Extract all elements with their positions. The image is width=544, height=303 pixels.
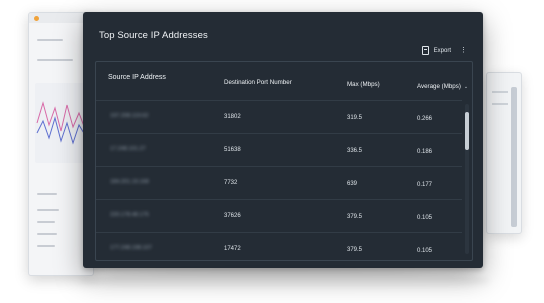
sort-chevron-icon[interactable]: ⌄	[464, 84, 468, 90]
cell-average: 0.105	[417, 248, 433, 254]
cell-port: 17472	[224, 246, 241, 252]
table-row[interactable]: 197.208.119.62 31802 319.5 0.266	[96, 100, 462, 134]
bg-line	[37, 209, 59, 211]
table-row[interactable]: 184.201.19.168 7732 639 0.177	[96, 166, 462, 200]
cell-source-ip: 184.201.19.168	[110, 179, 149, 185]
background-chart-svg	[36, 101, 86, 145]
bg-scroll-strip	[511, 87, 517, 227]
bg-line	[492, 91, 508, 93]
table-row[interactable]: 220.178.48.175 37626 379.5 0.105	[96, 199, 462, 233]
bg-line	[37, 233, 57, 235]
cell-source-ip: 177.248.198.107	[110, 245, 152, 251]
export-button[interactable]: Export ⋮	[421, 46, 467, 55]
cell-max: 639	[347, 181, 358, 187]
background-line-chart	[35, 83, 87, 163]
export-label: Export	[433, 47, 451, 54]
cell-port: 7732	[224, 180, 238, 186]
bg-line	[37, 245, 55, 247]
cell-max: 319.5	[347, 115, 363, 121]
cell-average: 0.177	[417, 182, 433, 188]
table-header: Source IP Address Destination Port Numbe…	[96, 62, 472, 100]
bg-series-pink	[36, 101, 86, 132]
cell-port: 37626	[224, 213, 241, 219]
bg-line	[37, 39, 63, 41]
table-row[interactable]: 177.248.198.107 17472 379.5 0.105	[96, 232, 462, 260]
top-source-ip-panel: Top Source IP Addresses Export ⋮ Source …	[83, 12, 483, 268]
background-window-right	[486, 72, 522, 234]
bg-line	[492, 103, 508, 105]
ip-table: Source IP Address Destination Port Numbe…	[95, 61, 473, 261]
column-header-max[interactable]: Max (Mbps)	[347, 81, 380, 88]
cell-source-ip: 197.208.119.62	[110, 113, 149, 119]
bg-line	[37, 59, 73, 61]
column-header-destination-port[interactable]: Destination Port Number	[224, 79, 292, 86]
column-header-average-label: Average (Mbps)	[417, 83, 461, 90]
panel-title: Top Source IP Addresses	[99, 30, 208, 41]
cell-average: 0.105	[417, 215, 433, 221]
bg-line	[37, 193, 57, 195]
cell-max: 379.5	[347, 247, 363, 253]
cell-max: 379.5	[347, 214, 363, 220]
cell-source-ip: 17.248.101.27	[110, 146, 146, 152]
panel-shadow	[80, 270, 490, 292]
table-body: 197.208.119.62 31802 319.5 0.266 17.248.…	[96, 100, 462, 260]
scrollbar-thumb[interactable]	[465, 112, 469, 150]
column-header-average[interactable]: Average (Mbps) ⌄	[417, 83, 468, 90]
export-doc-icon	[421, 46, 429, 55]
cell-average: 0.266	[417, 116, 433, 122]
cell-source-ip: 220.178.48.175	[110, 212, 149, 218]
cell-port: 31802	[224, 114, 241, 120]
vertical-scrollbar[interactable]	[465, 104, 469, 254]
kebab-menu-icon[interactable]: ⋮	[460, 47, 467, 54]
bg-line	[37, 221, 55, 223]
cell-port: 51638	[224, 147, 241, 153]
app-logo-dot	[34, 16, 39, 21]
column-header-source-ip[interactable]: Source IP Address	[108, 74, 166, 81]
cell-max: 336.5	[347, 148, 363, 154]
table-row[interactable]: 17.248.101.27 51638 336.5 0.186	[96, 133, 462, 167]
cell-average: 0.186	[417, 149, 433, 155]
